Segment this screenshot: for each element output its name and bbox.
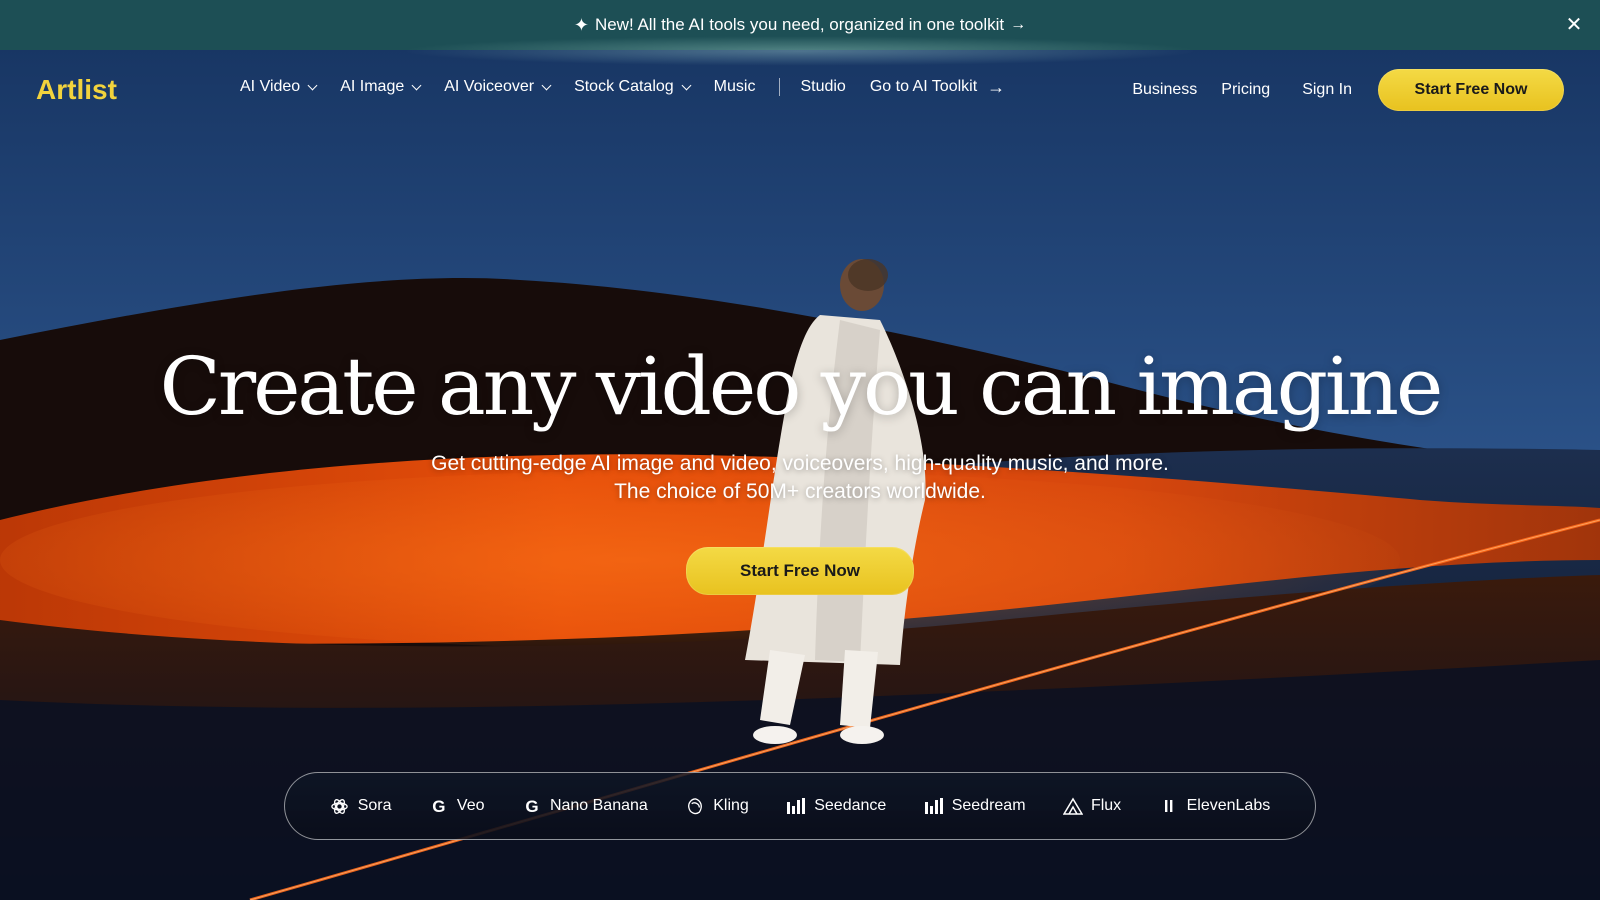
announcement-text: New! All the AI tools you need, organize… — [594, 15, 1005, 34]
model-label: Flux — [1090, 797, 1122, 814]
start-free-now-button[interactable]: Start Free Now — [1378, 69, 1564, 111]
nav-business[interactable]: Business — [1132, 81, 1197, 99]
hero-start-free-now-button[interactable]: Start Free Now — [686, 547, 914, 595]
nav-pricing[interactable]: Pricing — [1221, 81, 1270, 99]
nav-ai-video[interactable]: AI Video — [240, 78, 318, 96]
kling-icon — [685, 796, 705, 816]
arrow-right-icon: → — [1010, 16, 1027, 33]
pause-icon — [1159, 796, 1179, 816]
sparkle-icon: ✦ — [573, 15, 589, 35]
model-seedream[interactable]: Seedream — [924, 796, 1026, 816]
main-menu: AI Video AI Image AI Voiceover Stock Cat… — [240, 78, 1029, 96]
model-elevenlabs[interactable]: ElevenLabs — [1159, 796, 1271, 816]
nav-ai-video-label: AI Video — [240, 78, 301, 95]
nav-ai-voiceover-label: AI Voiceover — [444, 78, 535, 95]
bar-chart-icon — [924, 796, 944, 816]
model-label: ElevenLabs — [1186, 797, 1271, 814]
nav-studio[interactable]: Studio — [800, 78, 845, 96]
nav-ai-voiceover[interactable]: AI Voiceover — [444, 78, 552, 96]
hero-title: Create any video you can imagine — [159, 340, 1444, 433]
nav-music[interactable]: Music — [714, 78, 756, 96]
nav-ai-image-label: AI Image — [340, 78, 405, 95]
nav-actions: Business Pricing Sign In Start Free Now — [1132, 69, 1564, 111]
model-seedance[interactable]: Seedance — [786, 796, 886, 816]
model-label: Seedance — [814, 797, 887, 814]
model-sora[interactable]: Sora — [330, 796, 392, 816]
model-label: Veo — [456, 797, 485, 814]
model-veo[interactable]: G Veo — [429, 796, 485, 816]
nav-stock-catalog[interactable]: Stock Catalog — [574, 78, 692, 96]
chevron-down-icon — [307, 80, 318, 90]
nav-divider — [779, 78, 781, 96]
hero-subtitle-line2: The choice of 50M+ creators worldwide. — [614, 480, 986, 503]
chevron-down-icon — [541, 80, 552, 90]
nav-stock-catalog-label: Stock Catalog — [574, 78, 674, 95]
artlist-logo[interactable]: Artlist — [36, 74, 117, 106]
top-navigation: Artlist AI Video AI Image AI Voiceover S… — [0, 50, 1600, 130]
hero-subtitle-line1: Get cutting-edge AI image and video, voi… — [431, 452, 1169, 475]
model-nano-banana[interactable]: G Nano Banana — [522, 796, 648, 816]
google-icon: G — [525, 796, 539, 816]
model-label: Sora — [357, 797, 392, 814]
model-label: Nano Banana — [549, 797, 648, 814]
ai-models-strip: Sora G Veo G Nano Banana Kling Seedance — [284, 772, 1316, 840]
nav-studio-label: Studio — [800, 78, 846, 95]
model-kling[interactable]: Kling — [685, 796, 749, 816]
model-label: Seedream — [951, 797, 1026, 814]
model-flux[interactable]: Flux — [1062, 796, 1122, 816]
hero-subtitle: Get cutting-edge AI image and video, voi… — [0, 450, 1600, 506]
announcement-link[interactable]: ✦ New! All the AI tools you need, organi… — [574, 15, 1026, 35]
announcement-banner: ✦ New! All the AI tools you need, organi… — [0, 0, 1600, 66]
openai-icon — [330, 796, 350, 816]
chevron-down-icon — [411, 80, 422, 90]
google-icon: G — [432, 796, 446, 816]
nav-ai-toolkit[interactable]: Go to AI Toolkit → — [870, 78, 1005, 96]
model-label: Kling — [713, 797, 749, 814]
nav-music-label: Music — [713, 78, 756, 95]
triangle-icon — [1062, 796, 1083, 816]
nav-ai-image[interactable]: AI Image — [340, 78, 422, 96]
nav-ai-toolkit-label: Go to AI Toolkit — [869, 78, 978, 95]
sign-in-link[interactable]: Sign In — [1302, 81, 1352, 99]
bar-chart-icon — [786, 796, 806, 816]
close-icon[interactable]: ✕ — [1562, 12, 1586, 36]
arrow-right-icon: → — [987, 77, 1006, 97]
chevron-down-icon — [681, 80, 692, 90]
